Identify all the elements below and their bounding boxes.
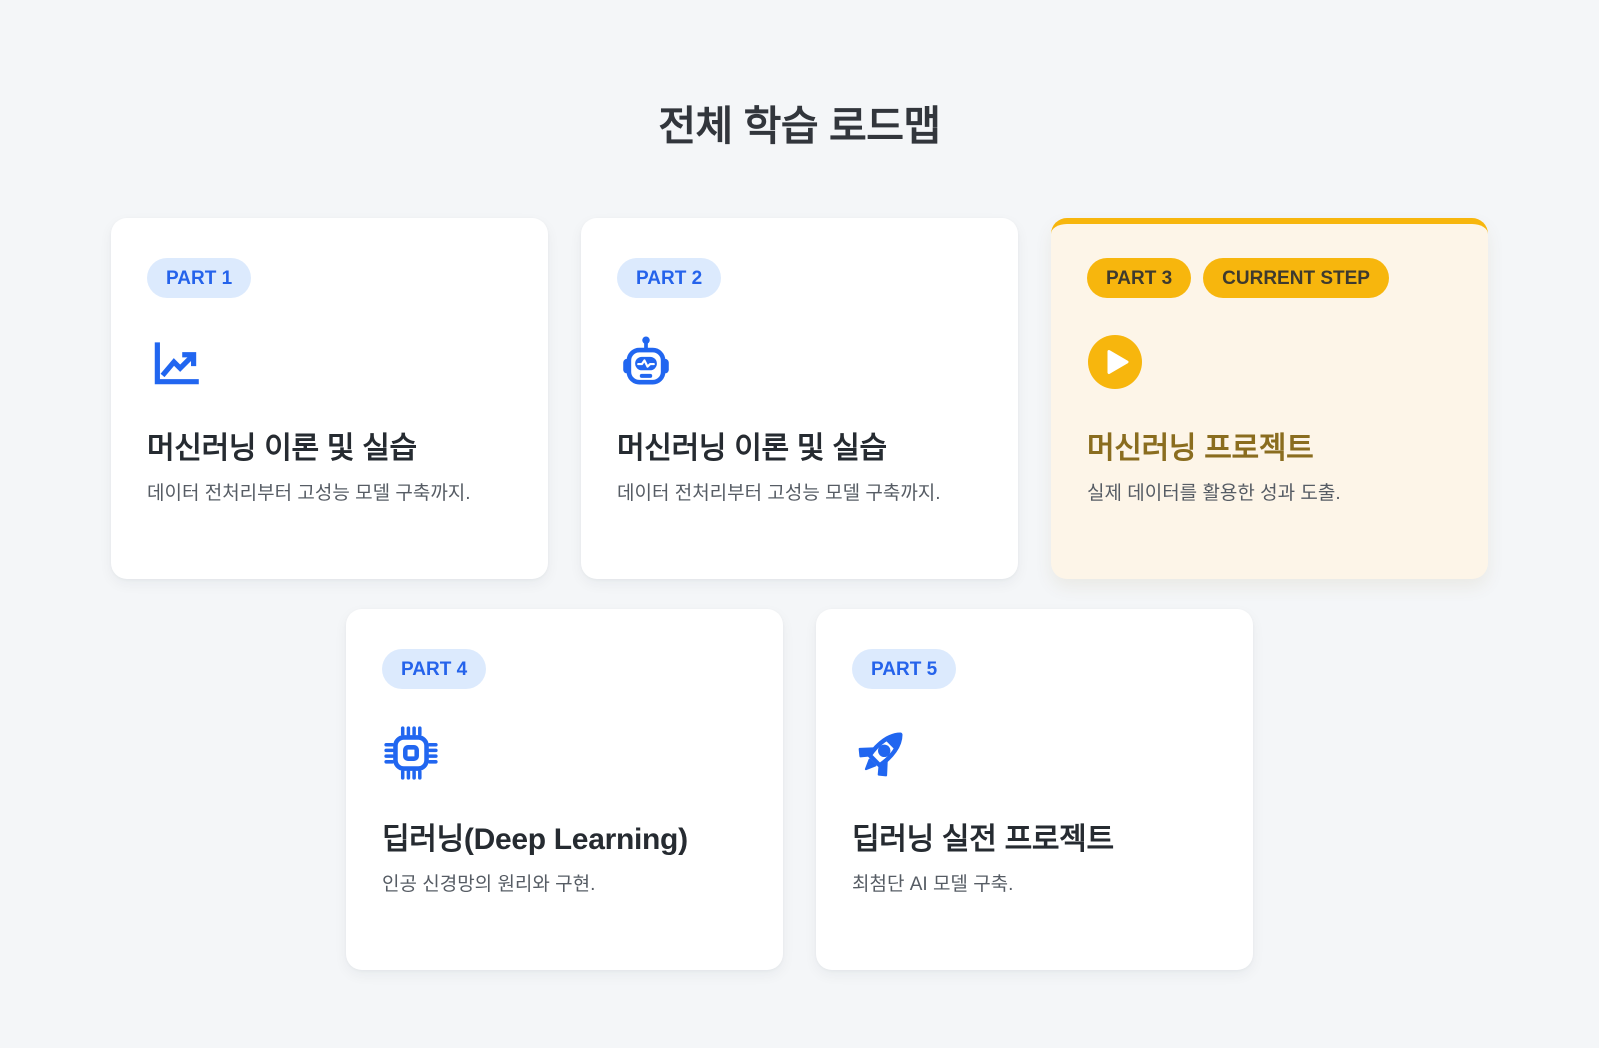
page-title: 전체 학습 로드맵 bbox=[658, 103, 941, 149]
chip-icon bbox=[382, 724, 440, 787]
card-title: 딥러닝(Deep Learning) bbox=[382, 823, 688, 856]
trending-chart-icon bbox=[147, 333, 205, 396]
badge-row: PART 1 bbox=[147, 258, 512, 298]
card-title: 머신러닝 이론 및 실습 bbox=[617, 432, 887, 465]
card-part-1: PART 1 머신러닝 이론 및 실습 데이터 전처리부터 고성능 모델 구축까… bbox=[111, 218, 548, 579]
card-title: 딥러닝 실전 프로젝트 bbox=[852, 823, 1114, 856]
part-badge: PART 3 bbox=[1087, 258, 1192, 298]
badge-row: PART 5 bbox=[852, 649, 1217, 689]
current-step-badge: CURRENT STEP bbox=[1203, 258, 1389, 298]
card-title: 머신러닝 프로젝트 bbox=[1087, 432, 1314, 465]
badge-row: PART 3 CURRENT STEP bbox=[1087, 258, 1452, 298]
part-badge: PART 5 bbox=[852, 649, 957, 689]
robot-icon bbox=[617, 333, 675, 396]
part-badge: PART 2 bbox=[617, 258, 722, 298]
card-desc: 인공 신경망의 원리와 구현. bbox=[382, 874, 596, 896]
roadmap-cards: PART 1 머신러닝 이론 및 실습 데이터 전처리부터 고성능 모델 구축까… bbox=[111, 218, 1489, 970]
card-part-5: PART 5 딥러닝 실전 프로젝트 최첨단 AI 모델 구축. bbox=[816, 609, 1253, 970]
rocket-icon bbox=[852, 724, 910, 787]
part-badge: PART 1 bbox=[147, 258, 252, 298]
badge-row: PART 4 bbox=[382, 649, 747, 689]
card-desc: 실제 데이터를 활용한 성과 도출. bbox=[1087, 483, 1341, 505]
roadmap-page: 전체 학습 로드맵 PART 1 머신러닝 이론 및 실습 데이터 전처리부터 … bbox=[0, 0, 1599, 970]
card-desc: 데이터 전처리부터 고성능 모델 구축까지. bbox=[617, 483, 941, 505]
card-desc: 최첨단 AI 모델 구축. bbox=[852, 874, 1014, 896]
part-badge: PART 4 bbox=[382, 649, 487, 689]
card-part-2: PART 2 머신러닝 이론 및 실습 데이터 전처리부터 고성능 모델 구축까… bbox=[581, 218, 1018, 579]
badge-row: PART 2 bbox=[617, 258, 982, 298]
card-part-4: PART 4 딥러닝(Deep Learning) 인공 신경망의 원리와 구현… bbox=[346, 609, 783, 970]
card-desc: 데이터 전처리부터 고성능 모델 구축까지. bbox=[147, 483, 471, 505]
card-part-3-current: PART 3 CURRENT STEP 머신러닝 프로젝트 실제 데이터를 활용… bbox=[1051, 218, 1488, 579]
play-circle-icon[interactable] bbox=[1087, 334, 1143, 395]
card-title: 머신러닝 이론 및 실습 bbox=[147, 432, 417, 465]
